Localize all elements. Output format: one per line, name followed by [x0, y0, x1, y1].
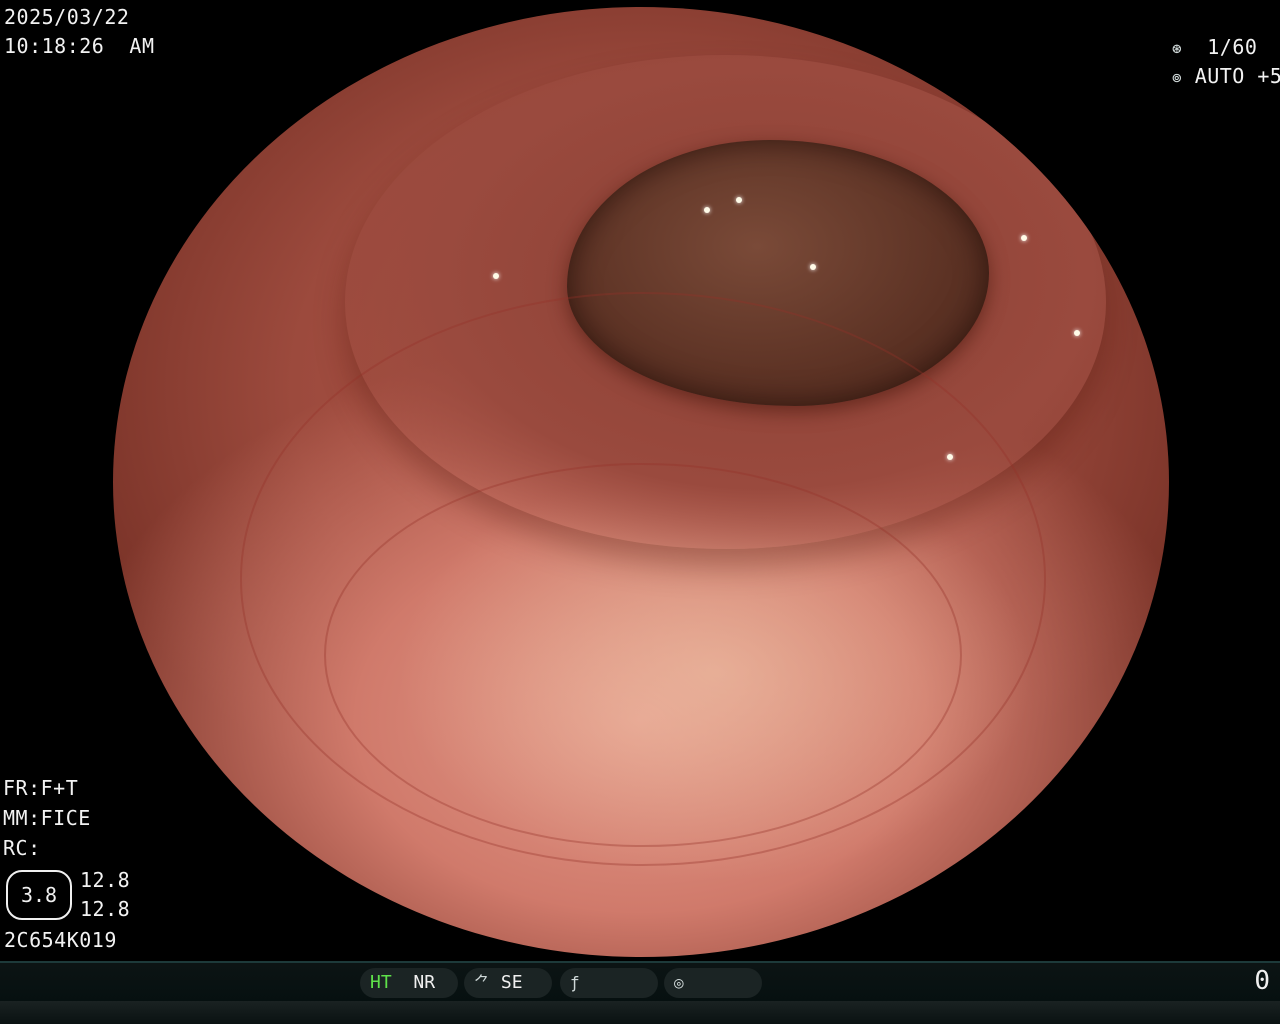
ampm-value: AM	[129, 34, 155, 58]
fr-label: FR:F+T	[3, 776, 79, 800]
endoscope-view	[113, 7, 1169, 957]
rc-label: RC:	[3, 836, 41, 860]
light-reflection	[809, 263, 816, 270]
nr-indicator: NR	[413, 972, 436, 993]
se-indicator: SE	[500, 972, 523, 993]
se-pill[interactable]: ⺈ SE	[464, 968, 552, 998]
light-reflection	[947, 453, 954, 460]
value-top: 12.8	[80, 868, 131, 892]
value-bottom: 12.8	[80, 897, 131, 921]
status-bar: HT NR ⺈ SE ƒ ◎	[0, 961, 1280, 1003]
aperture-icon: ⊛	[1172, 39, 1183, 58]
mode-icon: ◎	[674, 973, 684, 992]
ht-nr-pill[interactable]: HT NR	[360, 968, 458, 998]
mode-pill[interactable]: ◎	[664, 968, 762, 998]
image-counter: 0	[1254, 966, 1270, 996]
ht-indicator: HT	[370, 972, 392, 993]
status-footer	[0, 1001, 1280, 1024]
time-label: 10:18:26 AM	[4, 31, 155, 61]
light-reflection	[704, 206, 711, 213]
exposure-row: ⊚ AUTO +5	[1172, 61, 1280, 93]
light-reflection	[736, 197, 743, 203]
vessel-pattern	[324, 463, 962, 847]
exposure-value: AUTO +5	[1194, 64, 1280, 88]
time-value: 10:18:26	[4, 34, 105, 58]
shutter-row: ⊛ 1/60	[1172, 32, 1257, 64]
mm-label: MM:FICE	[3, 806, 91, 830]
iris-badge: 3.8	[6, 870, 72, 920]
structure-enhance-icon: ⺈	[474, 973, 491, 992]
scope-id: 2C654K019	[4, 928, 117, 952]
filter-pill[interactable]: ƒ	[560, 968, 658, 998]
shutter-value: 1/60	[1207, 35, 1258, 59]
filter-icon: ƒ	[570, 973, 580, 992]
iris-icon: ⊚	[1172, 68, 1183, 87]
light-reflection	[1073, 330, 1080, 336]
date-label: 2025/03/22	[4, 5, 130, 29]
